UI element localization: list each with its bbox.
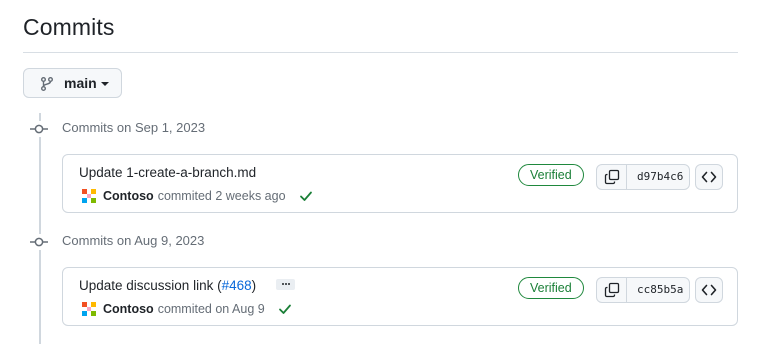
git-commit-icon [30, 234, 48, 250]
commit-message-text[interactable]: Update discussion link ( [79, 278, 222, 293]
commit-meta: Contoso commited 2 weeks ago [79, 186, 314, 206]
check-icon[interactable] [277, 301, 293, 317]
sha-button-group: d97b4c6 [596, 164, 690, 190]
chevron-down-icon [101, 82, 109, 86]
commit-row: Update discussion link (#468) Contoso co… [62, 267, 738, 326]
commit-message-text[interactable]: Update 1-create-a-branch.md [79, 165, 256, 180]
author-name[interactable]: Contoso [103, 302, 154, 316]
branch-name: main [64, 75, 97, 91]
copy-icon [604, 282, 620, 298]
branch-select-button[interactable]: main [23, 68, 122, 98]
commit-time: commited 2 weeks ago [157, 189, 286, 203]
commit-message-suffix[interactable]: ) [252, 278, 257, 293]
code-icon [701, 171, 717, 183]
commit-group-date: Commits on Sep 1, 2023 [62, 120, 206, 135]
commit-meta: Contoso commited on Aug 9 [79, 299, 293, 319]
commit-sha: d97b4c6 [637, 170, 684, 183]
commit-sha-link[interactable]: cc85b5a [627, 278, 689, 302]
copy-icon [604, 169, 620, 185]
commit-sha-link[interactable]: d97b4c6 [627, 165, 689, 189]
verified-badge[interactable]: Verified [518, 277, 584, 299]
author-name[interactable]: Contoso [103, 189, 154, 203]
commit-sha: cc85b5a [637, 283, 684, 296]
commit-row: Update 1-create-a-branch.md Contoso comm… [62, 154, 738, 213]
commit-message-link[interactable]: Update discussion link (#468) [79, 278, 296, 293]
git-branch-icon [41, 77, 53, 91]
timeline-line [39, 113, 41, 344]
verified-badge[interactable]: Verified [518, 164, 584, 186]
copy-sha-button[interactable] [597, 278, 627, 302]
code-icon [701, 284, 717, 296]
git-commit-icon [30, 121, 48, 137]
avatar[interactable] [79, 186, 99, 206]
page-title: Commits [23, 14, 115, 40]
commit-group-date: Commits on Aug 9, 2023 [62, 233, 205, 248]
pull-request-link[interactable]: #468 [222, 278, 252, 293]
expand-description-button[interactable] [276, 278, 296, 290]
check-icon[interactable] [298, 188, 314, 204]
commit-time: commited on Aug 9 [157, 302, 265, 316]
avatar[interactable] [79, 299, 99, 319]
commit-message-link[interactable]: Update 1-create-a-branch.md [79, 165, 256, 180]
browse-files-button[interactable] [695, 164, 723, 190]
title-divider [23, 52, 738, 53]
sha-button-group: cc85b5a [596, 277, 690, 303]
browse-files-button[interactable] [695, 277, 723, 303]
copy-sha-button[interactable] [597, 165, 627, 189]
